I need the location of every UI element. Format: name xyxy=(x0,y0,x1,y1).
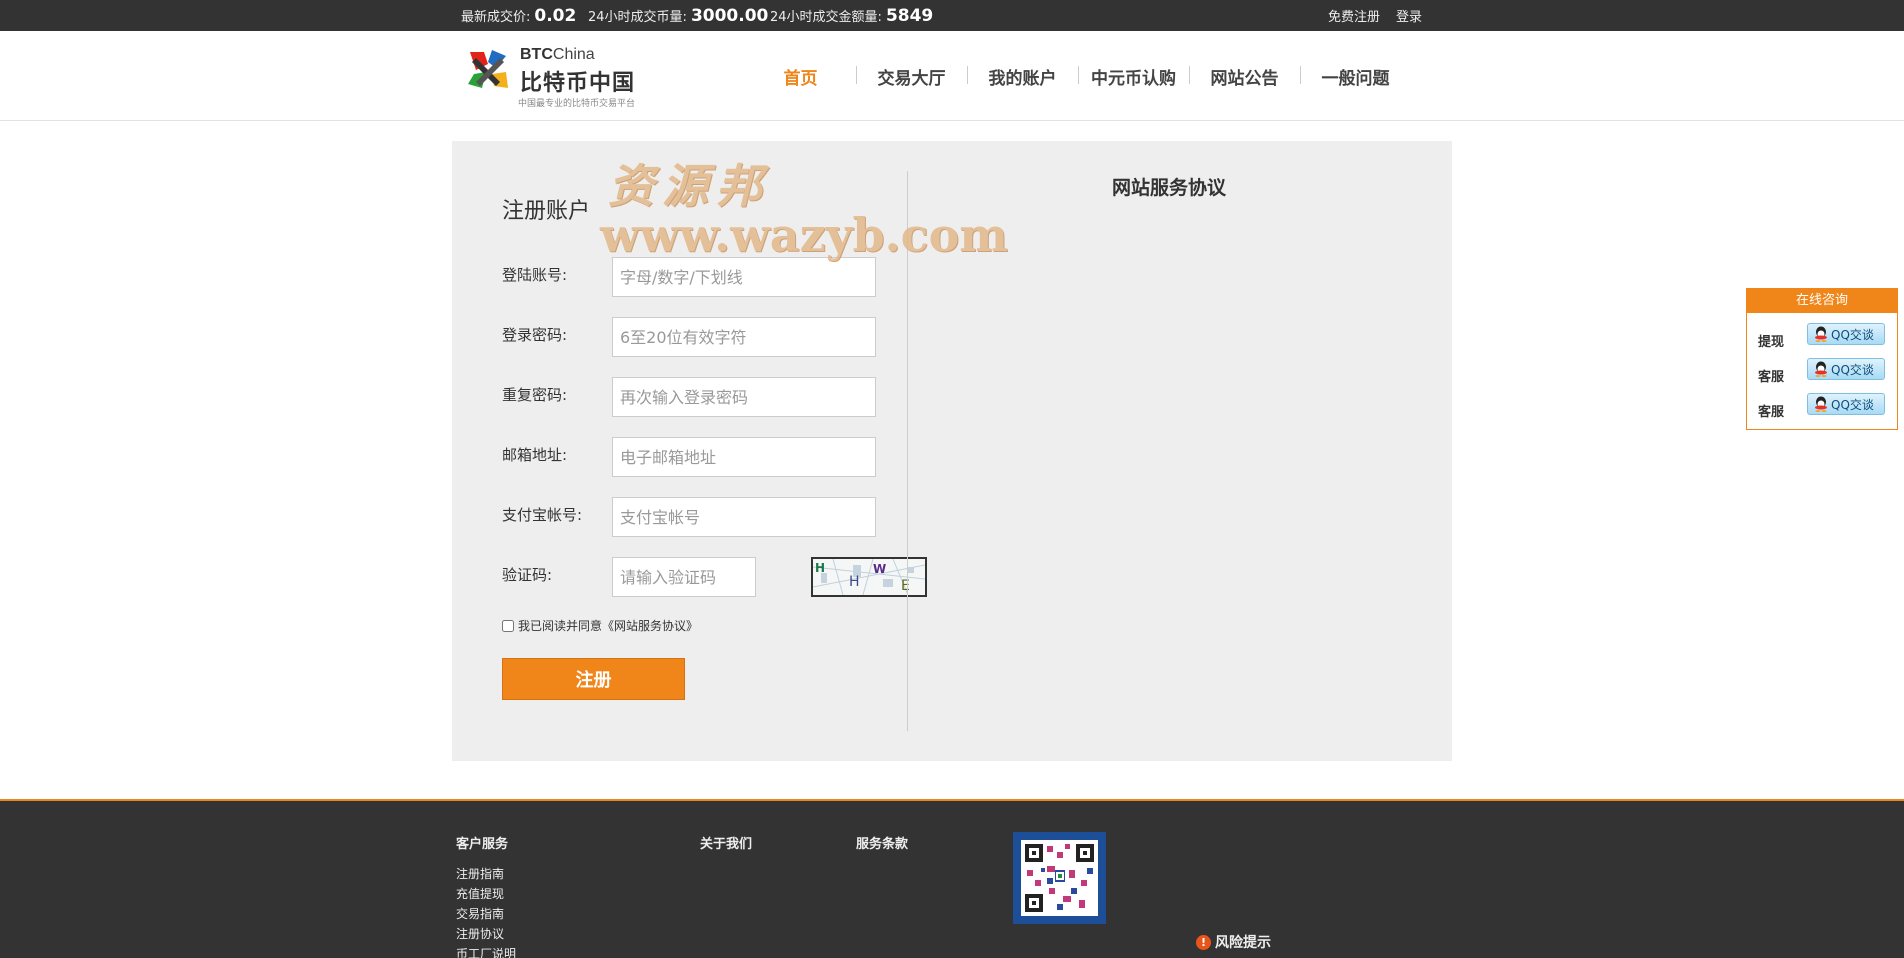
captcha-input[interactable] xyxy=(612,557,756,597)
email-input[interactable] xyxy=(612,437,876,477)
site-header: BTCChina 比特币中国 中国最专业的比特币交易平台 首页 交易大厅 我的账… xyxy=(0,31,1904,121)
repeat-password-row: 重复密码: xyxy=(502,377,892,417)
login-link[interactable]: 登录 xyxy=(1396,6,1422,25)
consult-row-label: 客服 xyxy=(1758,405,1785,420)
footer-link-trading-guide[interactable]: 交易指南 xyxy=(456,904,516,924)
site-footer: 客户服务 注册指南 充值提现 交易指南 注册协议 币工厂说明 关于我们 服务条款 xyxy=(0,799,1904,958)
svg-text:H: H xyxy=(815,561,825,575)
alipay-label: 支付宝帐号: xyxy=(502,506,583,524)
top-links: 免费注册 登录 xyxy=(1328,0,1422,31)
agree-checkbox[interactable] xyxy=(502,619,514,632)
warning-icon: ! xyxy=(1196,934,1211,950)
password-label: 登录密码: xyxy=(502,326,568,344)
agree-checkbox-row[interactable]: 我已阅读并同意《网站服务协议》 xyxy=(502,617,698,634)
footer-link-register-agreement[interactable]: 注册协议 xyxy=(456,924,516,944)
amount-ticker: 24小时成交金额量: 5849 xyxy=(770,0,933,31)
amount-label: 24小时成交金额量: xyxy=(770,10,882,25)
qr-code-graphic xyxy=(1021,840,1098,916)
svg-text:E: E xyxy=(901,578,910,594)
captcha-graphic: H H W E xyxy=(813,559,925,595)
alipay-input[interactable] xyxy=(612,497,876,537)
footer-column-title[interactable]: 关于我们 xyxy=(700,833,752,852)
top-ticker-bar: 最新成交价: 0.02 24小时成交币量: 3000.00 24小时成交金额量:… xyxy=(0,0,1904,31)
captcha-label: 验证码: xyxy=(502,566,553,584)
footer-column-terms: 服务条款 xyxy=(856,833,908,864)
last-price-label: 最新成交价: xyxy=(461,10,531,25)
footer-link-deposit-withdraw[interactable]: 充值提现 xyxy=(456,884,516,904)
alipay-row: 支付宝帐号: xyxy=(502,497,892,537)
repeat-password-label: 重复密码: xyxy=(502,386,568,404)
main-nav: 首页 交易大厅 我的账户 中元币认购 网站公告 一般问题 xyxy=(745,31,1411,121)
password-input[interactable] xyxy=(612,317,876,357)
volume-label: 24小时成交币量: xyxy=(588,10,687,25)
account-label: 登陆账号: xyxy=(502,266,568,284)
account-input[interactable] xyxy=(612,257,876,297)
qq-chat-button[interactable]: QQ交谈 xyxy=(1807,323,1885,345)
qq-penguin-icon xyxy=(1815,326,1827,342)
repeat-password-input[interactable] xyxy=(612,377,876,417)
agreement-title: 网站服务协议 xyxy=(1112,177,1227,199)
qq-chat-button[interactable]: QQ交谈 xyxy=(1807,393,1885,415)
nav-coin-subscription[interactable]: 中元币认购 xyxy=(1078,64,1189,89)
brand-english: BTCChina xyxy=(520,46,595,64)
nav-trading-hall[interactable]: 交易大厅 xyxy=(856,64,967,89)
qq-chat-label: QQ交谈 xyxy=(1831,327,1874,342)
consult-row-label: 客服 xyxy=(1758,370,1785,385)
footer-link-register-guide[interactable]: 注册指南 xyxy=(456,864,516,884)
nav-faq[interactable]: 一般问题 xyxy=(1300,64,1411,89)
consult-row-label: 提现 xyxy=(1758,335,1785,350)
risk-notice[interactable]: ! 风险提示 xyxy=(1196,932,1271,952)
footer-column-title: 客户服务 xyxy=(456,837,509,852)
agree-text[interactable]: 我已阅读并同意《网站服务协议》 xyxy=(518,617,698,634)
footer-column-title[interactable]: 服务条款 xyxy=(856,833,908,852)
qq-penguin-icon xyxy=(1815,396,1827,412)
password-row: 登录密码: xyxy=(502,317,892,357)
volume-value: 3000.00 xyxy=(690,5,769,26)
qr-code xyxy=(1013,832,1106,924)
risk-notice-label: 风险提示 xyxy=(1215,935,1271,951)
panel-divider xyxy=(907,171,908,731)
captcha-image[interactable]: H H W E xyxy=(811,557,927,597)
footer-link-coin-factory[interactable]: 币工厂说明 xyxy=(456,944,516,958)
svg-text:W: W xyxy=(873,562,886,576)
qq-chat-label: QQ交谈 xyxy=(1831,397,1874,412)
register-panel: 注册账户 登陆账号: 登录密码: 重复密码: 邮箱地址: 支付宝帐号: 验证码: xyxy=(452,141,1452,761)
nav-announcements[interactable]: 网站公告 xyxy=(1189,64,1300,89)
qq-penguin-icon xyxy=(1815,361,1827,377)
amount-value: 5849 xyxy=(885,5,934,26)
consult-row: 客服 QQ交谈 xyxy=(1747,358,1897,385)
qq-chat-label: QQ交谈 xyxy=(1831,362,1874,377)
svg-text:H: H xyxy=(849,574,860,590)
form-title: 注册账户 xyxy=(502,199,591,224)
brand-en-bold: BTC xyxy=(520,46,553,63)
register-button[interactable]: 注册 xyxy=(502,658,685,700)
footer-column-customer-service: 客户服务 注册指南 充值提现 交易指南 注册协议 币工厂说明 xyxy=(456,833,516,958)
site-logo[interactable]: BTCChina 比特币中国 中国最专业的比特币交易平台 xyxy=(466,44,646,109)
consult-title: 在线咨询 xyxy=(1747,289,1897,313)
consult-row: 客服 QQ交谈 xyxy=(1747,393,1897,420)
brand-slogan: 中国最专业的比特币交易平台 xyxy=(518,99,636,109)
email-label: 邮箱地址: xyxy=(502,446,568,464)
account-row: 登陆账号: xyxy=(502,257,892,297)
btc-china-logo-icon xyxy=(468,50,508,88)
free-register-link[interactable]: 免费注册 xyxy=(1328,6,1380,25)
volume-ticker: 24小时成交币量: 3000.00 xyxy=(588,0,768,31)
captcha-row: 验证码: H H W E xyxy=(502,557,927,597)
nav-home[interactable]: 首页 xyxy=(745,64,856,89)
consult-row: 提现 QQ交谈 xyxy=(1747,323,1897,350)
brand-chinese: 比特币中国 xyxy=(520,71,636,96)
online-consult-widget: 在线咨询 提现 QQ交谈 客服 QQ交谈 客服 QQ交谈 xyxy=(1746,288,1898,430)
last-price-value: 0.02 xyxy=(534,5,577,26)
last-price-ticker: 最新成交价: 0.02 xyxy=(461,0,576,31)
email-row: 邮箱地址: xyxy=(502,437,892,477)
qq-chat-button[interactable]: QQ交谈 xyxy=(1807,358,1885,380)
brand-en-light: China xyxy=(552,46,595,63)
nav-my-account[interactable]: 我的账户 xyxy=(967,64,1078,89)
footer-column-about: 关于我们 xyxy=(700,833,752,864)
